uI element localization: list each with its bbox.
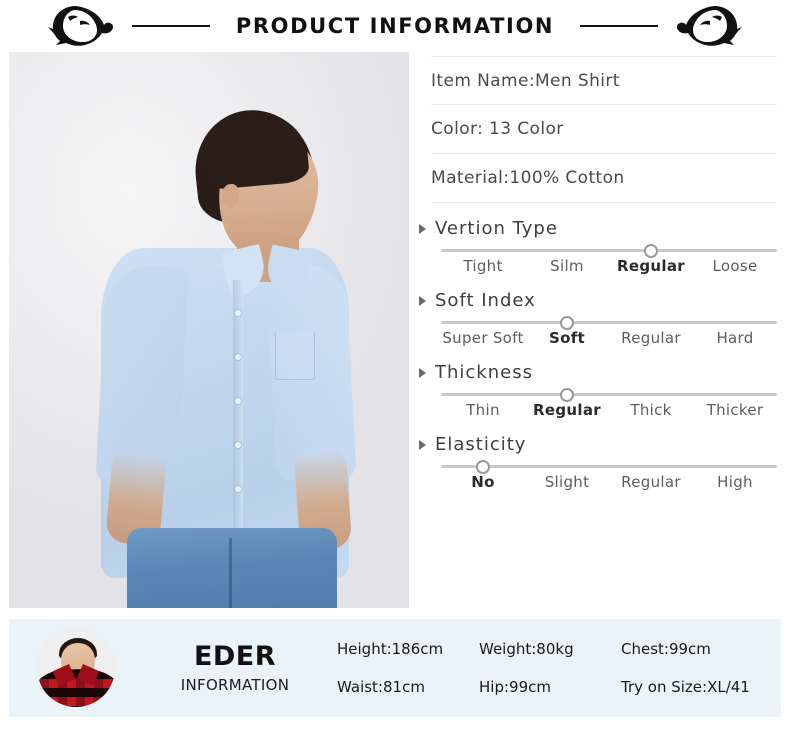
spec-row-material: Material:100% Cotton <box>431 154 777 203</box>
brand-name: EDER <box>193 641 277 673</box>
model-shirt-button <box>235 442 241 448</box>
slider-knob-thickness[interactable] <box>560 387 574 402</box>
slider-title-vertion-type: Vertion Type <box>419 218 777 239</box>
model-jeans-seam <box>229 538 232 608</box>
main-content: Item Name:Men Shirt Color: 13 Color Mate… <box>0 52 790 612</box>
slider-option-regular[interactable]: Regular <box>609 473 693 491</box>
triangle-bullet-icon <box>419 439 426 450</box>
slider-title-soft-index: Soft Index <box>419 290 777 311</box>
slider-track-soft-index[interactable] <box>441 315 777 330</box>
model-ear <box>222 184 239 208</box>
model-chest-pocket <box>275 332 315 380</box>
model-shirt-button <box>235 486 241 492</box>
avatar-plaid-overlay <box>37 669 115 707</box>
product-info-panel: Item Name:Men Shirt Color: 13 Color Mate… <box>409 52 781 612</box>
triangle-bullet-icon <box>419 367 426 378</box>
slider-label-thickness: Thickness <box>435 362 533 383</box>
slider-option-regular[interactable]: Regular <box>609 329 693 347</box>
slider-thickness[interactable]: Thin Regular Thick Thicker <box>441 387 777 419</box>
measurement-try-on-size: Try on Size:XL/41 <box>621 678 750 696</box>
slider-ticks-soft-index: Super Soft Soft Regular Hard <box>441 329 777 347</box>
model-shirt-button <box>235 398 241 404</box>
brand-subtitle: INFORMATION <box>180 675 290 694</box>
avatar <box>37 629 115 707</box>
measurement-chest: Chest:99cm <box>621 640 711 658</box>
slider-knob-vertion-type[interactable] <box>644 243 658 258</box>
slider-ticks-vertion-type: Tight Silm Regular Loose <box>441 257 777 275</box>
slider-track-elasticity[interactable] <box>441 459 777 474</box>
slider-vertion-type[interactable]: Tight Silm Regular Loose <box>441 243 777 275</box>
slider-option-regular[interactable]: Regular <box>525 401 609 419</box>
model-shirt-button <box>235 354 241 360</box>
slider-knob-elasticity[interactable] <box>476 459 490 474</box>
spec-row-item-name: Item Name:Men Shirt <box>431 56 777 105</box>
slider-label-elasticity: Elasticity <box>435 434 527 455</box>
model-jeans <box>127 528 337 608</box>
product-photo[interactable] <box>9 52 409 608</box>
slider-block-thickness: Thickness Thin Regular Thick Thicker <box>419 347 777 419</box>
slider-block-elasticity: Elasticity No Slight Regular High <box>419 419 777 491</box>
slider-option-loose[interactable]: Loose <box>693 257 777 275</box>
spec-item-name-text: Item Name:Men Shirt <box>431 70 620 91</box>
spec-material-text: Material:100% Cotton <box>431 168 625 188</box>
slider-option-thin[interactable]: Thin <box>441 401 525 419</box>
slider-ticks-thickness: Thin Regular Thick Thicker <box>441 401 777 419</box>
slider-block-vertion-type: Vertion Type Tight Silm Regular Loose <box>419 203 777 275</box>
slider-ticks-elasticity: No Slight Regular High <box>441 473 777 491</box>
slider-title-thickness: Thickness <box>419 362 777 383</box>
header-rule-right <box>580 25 659 27</box>
slider-option-no[interactable]: No <box>441 473 525 491</box>
panther-head-logo-right-icon <box>654 1 746 51</box>
spec-row-color: Color: 13 Color <box>431 105 777 154</box>
slider-block-soft-index: Soft Index Super Soft Soft Regular Hard <box>419 275 777 347</box>
slider-option-high[interactable]: High <box>693 473 777 491</box>
slider-option-slight[interactable]: Slight <box>525 473 609 491</box>
slider-option-regular[interactable]: Regular <box>609 257 693 275</box>
slider-option-silm[interactable]: Silm <box>525 257 609 275</box>
slider-option-thicker[interactable]: Thicker <box>693 401 777 419</box>
measurement-height: Height:186cm <box>337 640 444 658</box>
model-shirt-button <box>235 310 241 316</box>
header-rule-left <box>131 25 210 27</box>
page-header: PRODUCT INFORMATION <box>0 0 790 52</box>
slider-option-hard[interactable]: Hard <box>693 329 777 347</box>
slider-option-tight[interactable]: Tight <box>441 257 525 275</box>
measurement-hip: Hip:99cm <box>479 678 551 696</box>
measurement-weight: Weight:80kg <box>479 640 574 658</box>
model-information-bar: EDER INFORMATION Height:186cm Weight:80k… <box>9 619 781 717</box>
slider-label-vertion-type: Vertion Type <box>435 218 558 239</box>
slider-option-thick[interactable]: Thick <box>609 401 693 419</box>
slider-track-vertion-type[interactable] <box>441 243 777 258</box>
measurements-grid: Height:186cm Weight:80kg Chest:99cm Wais… <box>315 631 763 705</box>
slider-track-thickness[interactable] <box>441 387 777 402</box>
triangle-bullet-icon <box>419 223 426 234</box>
slider-label-soft-index: Soft Index <box>435 290 536 311</box>
slider-option-super-soft[interactable]: Super Soft <box>441 329 525 347</box>
model-hair-front <box>195 107 311 191</box>
slider-elasticity[interactable]: No Slight Regular High <box>441 459 777 491</box>
slider-option-soft[interactable]: Soft <box>525 329 609 347</box>
spec-color-text: Color: 13 Color <box>431 119 564 139</box>
slider-knob-soft-index[interactable] <box>560 315 574 330</box>
brand-block: EDER INFORMATION <box>155 642 315 694</box>
slider-soft-index[interactable]: Super Soft Soft Regular Hard <box>441 315 777 347</box>
model-figure <box>9 52 409 608</box>
product-information-page: PRODUCT INFORMATION Item Name:Men Shirt … <box>0 0 790 731</box>
slider-title-elasticity: Elasticity <box>419 434 777 455</box>
panther-head-logo-left-icon <box>44 1 136 51</box>
measurement-waist: Waist:81cm <box>337 678 425 696</box>
triangle-bullet-icon <box>419 295 426 306</box>
page-title: PRODUCT INFORMATION <box>235 14 555 38</box>
